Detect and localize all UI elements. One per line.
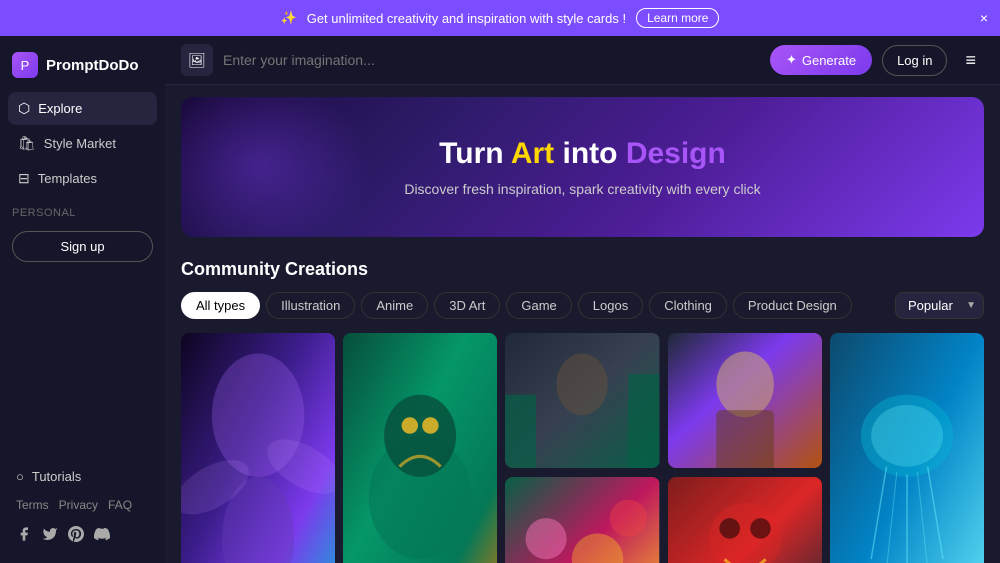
logo-icon: P (12, 52, 38, 78)
filter-row: All types Illustration Anime 3D Art Game… (181, 292, 984, 319)
sort-select[interactable]: Popular Latest Trending (895, 292, 984, 319)
sidebar-explore-label: Explore (38, 101, 82, 116)
templates-icon: ⊟ (18, 170, 30, 187)
login-button[interactable]: Log in (882, 45, 947, 76)
faq-link[interactable]: FAQ (108, 498, 132, 512)
sidebar-item-style-market[interactable]: 🛍 Style Market (8, 127, 157, 160)
logo-area: P PromptDoDo (0, 46, 165, 92)
generate-label: Generate (802, 53, 856, 68)
grid-item-turtle[interactable] (343, 333, 497, 563)
hero-subtitle: Discover fresh inspiration, spark creati… (201, 181, 964, 197)
banner-close-icon[interactable]: × (980, 10, 988, 26)
grid-item-fairy[interactable] (181, 333, 335, 563)
personal-section-label: Personal (0, 195, 165, 225)
tutorials-label: Tutorials (32, 469, 81, 484)
sort-wrapper: Popular Latest Trending ▼ (895, 292, 984, 319)
discord-icon[interactable] (94, 526, 110, 545)
menu-button[interactable]: ≡ (957, 46, 984, 75)
pinterest-icon[interactable] (68, 526, 84, 545)
sidebar-nav: ⬡ Explore 🛍 Style Market ⊟ Templates (0, 92, 165, 195)
grid-item-woman[interactable] (668, 333, 822, 468)
footer-links: Terms Privacy FAQ (0, 492, 165, 518)
logo-text: PromptDoDo (46, 57, 139, 74)
sidebar-item-tutorials[interactable]: ○ Tutorials (0, 461, 165, 492)
generate-button[interactable]: ✦ Generate (770, 45, 872, 75)
filter-product-design[interactable]: Product Design (733, 292, 852, 319)
social-links (0, 518, 165, 553)
grid-item-forest[interactable] (505, 333, 659, 468)
filter-game[interactable]: Game (506, 292, 571, 319)
filter-logos[interactable]: Logos (578, 292, 643, 319)
grid-item-jellyfish[interactable] (830, 333, 984, 563)
grid-item-flowers[interactable] (505, 477, 659, 563)
filter-all-types[interactable]: All types (181, 292, 260, 319)
main-content: 🖼 ✦ Generate Log in ≡ Turn Art into Desi… (165, 36, 1000, 563)
filter-3d-art[interactable]: 3D Art (434, 292, 500, 319)
generate-icon: ✦ (786, 52, 797, 68)
learn-more-button[interactable]: Learn more (636, 8, 719, 28)
sidebar: P PromptDoDo ⬡ Explore 🛍 Style Market ⊟ … (0, 36, 165, 563)
explore-icon: ⬡ (18, 100, 30, 117)
facebook-icon[interactable] (16, 526, 32, 545)
tutorials-icon: ○ (16, 469, 24, 484)
image-icon: 🖼 (188, 52, 206, 69)
grid-item-mask[interactable] (668, 477, 822, 563)
style-market-icon: 🛍 (18, 135, 36, 152)
community-title: Community Creations (181, 259, 984, 280)
search-input[interactable] (223, 52, 760, 68)
banner-text: Get unlimited creativity and inspiration… (307, 11, 626, 26)
promo-banner: ✨ Get unlimited creativity and inspirati… (0, 0, 1000, 36)
filter-illustration[interactable]: Illustration (266, 292, 355, 319)
hero-title: Turn Art into Design (201, 137, 964, 171)
star-icon: ✨ (281, 10, 297, 26)
community-section: Community Creations All types Illustrati… (165, 249, 1000, 563)
terms-link[interactable]: Terms (16, 498, 49, 512)
filter-clothing[interactable]: Clothing (649, 292, 727, 319)
sign-up-button[interactable]: Sign up (12, 231, 153, 262)
image-grid (181, 333, 984, 563)
sidebar-item-explore[interactable]: ⬡ Explore (8, 92, 157, 125)
filter-anime[interactable]: Anime (361, 292, 428, 319)
hero-banner: Turn Art into Design Discover fresh insp… (181, 97, 984, 237)
image-upload-button[interactable]: 🖼 (181, 44, 213, 76)
privacy-link[interactable]: Privacy (59, 498, 98, 512)
sidebar-templates-label: Templates (38, 171, 97, 186)
sidebar-style-market-label: Style Market (44, 136, 116, 151)
topbar: 🖼 ✦ Generate Log in ≡ (165, 36, 1000, 85)
twitter-icon[interactable] (42, 526, 58, 545)
sidebar-item-templates[interactable]: ⊟ Templates (8, 162, 157, 195)
